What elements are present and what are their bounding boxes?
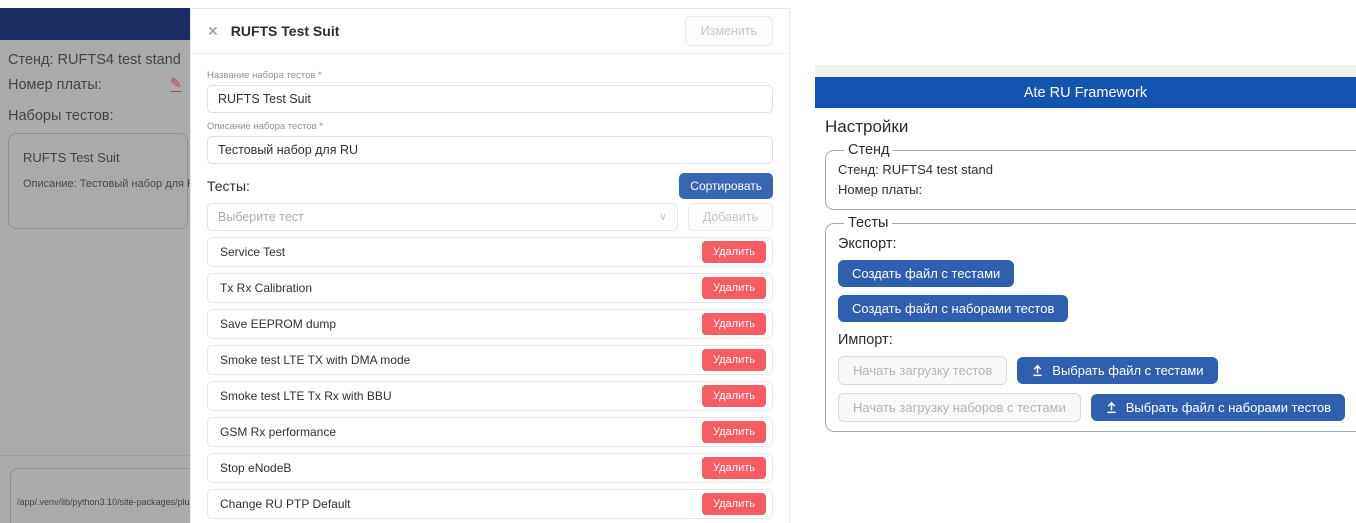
board-info-line: Номер платы: [838, 182, 923, 198]
delete-test-button[interactable]: Удалить [702, 457, 766, 479]
test-name: GSM Rx performance [220, 425, 337, 439]
delete-test-button[interactable]: Удалить [702, 241, 766, 263]
start-upload-tests-button[interactable]: Начать загрузку тестов [838, 356, 1008, 386]
delete-test-button[interactable]: Удалить [702, 421, 766, 443]
settings-title: Настройки [825, 117, 909, 136]
test-select-placeholder: Выберите тест [218, 210, 304, 224]
edit-pencil-icon[interactable]: ✎ [170, 75, 182, 92]
delete-test-button[interactable]: Удалить [702, 493, 766, 515]
import-label: Импорт: [838, 332, 893, 349]
stand-legend: Стенд [848, 142, 890, 158]
export-tests-button[interactable]: Создать файл с тестами [838, 260, 1015, 288]
test-name: Smoke test LTE Tx Rx with BBU [220, 389, 392, 403]
edit-button[interactable]: Изменить [684, 16, 773, 46]
test-suites-label: Наборы тестов: [8, 108, 114, 124]
left-top-strip [0, 0, 190, 8]
export-label: Экспорт: [838, 236, 897, 253]
test-row: Service Test Удалить [207, 237, 773, 267]
import-tests-row: Начать загрузку тестов Выбрать файл с те… [838, 356, 1356, 386]
tests-fieldset: Тесты Экспорт: Создать файл с тестами Со… [825, 215, 1356, 433]
suite-description-label: Описание набора тестов * [207, 121, 323, 132]
tests-header-row: Тесты: Сортировать [207, 173, 773, 199]
test-row: Change RU PTP Default Удалить [207, 489, 773, 519]
test-suite-modal: ✕ RUFTS Test Suit Изменить Название набо… [190, 8, 790, 523]
add-test-button[interactable]: Добавить [687, 203, 773, 231]
choose-file-suites-button[interactable]: Выбрать файл с наборами тестов [1090, 394, 1346, 422]
delete-test-button[interactable]: Удалить [702, 313, 766, 335]
test-row: Smoke test LTE TX with DMA mode Удалить [207, 345, 773, 375]
modal-header: ✕ RUFTS Test Suit Изменить [191, 9, 789, 54]
delete-test-button[interactable]: Удалить [702, 277, 766, 299]
import-suites-row: Начать загрузку наборов с тестами Выбрат… [838, 393, 1356, 423]
upload-icon [1105, 401, 1118, 414]
log-path-text: /app/.venv/lib/python3.10/site-packages/… [17, 497, 200, 507]
suite-card-description: Описание: Тестовый набор для RU [23, 178, 203, 190]
close-icon[interactable]: ✕ [207, 23, 219, 40]
left-divider [0, 455, 190, 456]
test-row: Stop eNodeB Удалить [207, 453, 773, 483]
right-top-strip [815, 65, 1356, 77]
test-name: Smoke test LTE TX with DMA mode [220, 353, 411, 367]
left-panel: Стенд: RUFTS4 test stand Номер платы: ✎ … [0, 0, 300, 523]
app-root: Стенд: RUFTS4 test stand Номер платы: ✎ … [0, 0, 1356, 523]
suite-description-input[interactable] [207, 136, 773, 164]
delete-test-button[interactable]: Удалить [702, 349, 766, 371]
left-navbar [0, 8, 190, 40]
board-number-label: Номер платы: [8, 77, 102, 93]
choose-file-tests-label: Выбрать файл с тестами [1052, 363, 1204, 379]
suite-card-title: RUFTS Test Suit [23, 150, 120, 165]
test-name: Change RU PTP Default [220, 497, 351, 511]
suite-name-input[interactable] [207, 85, 773, 113]
choose-file-suites-label: Выбрать файл с наборами тестов [1125, 400, 1332, 416]
stand-info-line: Стенд: RUFTS4 test stand [838, 162, 993, 177]
settings-content: Настройки Стенд Стенд: RUFTS4 test stand… [825, 108, 1356, 433]
tests-legend: Тесты [848, 215, 889, 232]
sort-button[interactable]: Сортировать [679, 173, 773, 199]
test-name: Service Test [220, 245, 286, 259]
upload-icon [1031, 364, 1044, 377]
start-upload-suites-button[interactable]: Начать загрузку наборов с тестами [838, 393, 1081, 423]
suite-card[interactable]: RUFTS Test Suit Описание: Тестовый набор… [8, 133, 203, 229]
test-name: Stop eNodeB [220, 461, 292, 475]
right-panel: Ate RU Framework Настройки Стенд Стенд: … [815, 0, 1356, 523]
test-row: GSM Rx performance Удалить [207, 417, 773, 447]
test-select-row: Выберите тест ∨ Добавить [207, 203, 773, 231]
test-name: Save EEPROM dump [220, 317, 337, 331]
chevron-down-icon: ∨ [659, 211, 667, 223]
app-header: Ate RU Framework [815, 77, 1356, 108]
suite-name-label: Название набора тестов * [207, 70, 322, 81]
stand-fieldset: Стенд Стенд: RUFTS4 test stand Номер пла… [825, 142, 1356, 211]
test-row: Tx Rx Calibration Удалить [207, 273, 773, 303]
test-row: Smoke test LTE Tx Rx with BBU Удалить [207, 381, 773, 411]
delete-test-button[interactable]: Удалить [702, 385, 766, 407]
test-select[interactable]: Выберите тест ∨ [207, 203, 678, 231]
app-title: Ate RU Framework [1023, 84, 1148, 101]
tests-heading: Тесты: [207, 178, 250, 194]
modal-body: Название набора тестов * Описание набора… [191, 54, 789, 519]
modal-title: RUFTS Test Suit [230, 23, 340, 39]
test-row: Save EEPROM dump Удалить [207, 309, 773, 339]
test-name: Tx Rx Calibration [220, 281, 313, 295]
export-suites-button[interactable]: Создать файл с наборами тестов [838, 295, 1069, 323]
stand-label: Стенд: RUFTS4 test stand [8, 52, 181, 68]
choose-file-tests-button[interactable]: Выбрать файл с тестами [1017, 357, 1218, 385]
